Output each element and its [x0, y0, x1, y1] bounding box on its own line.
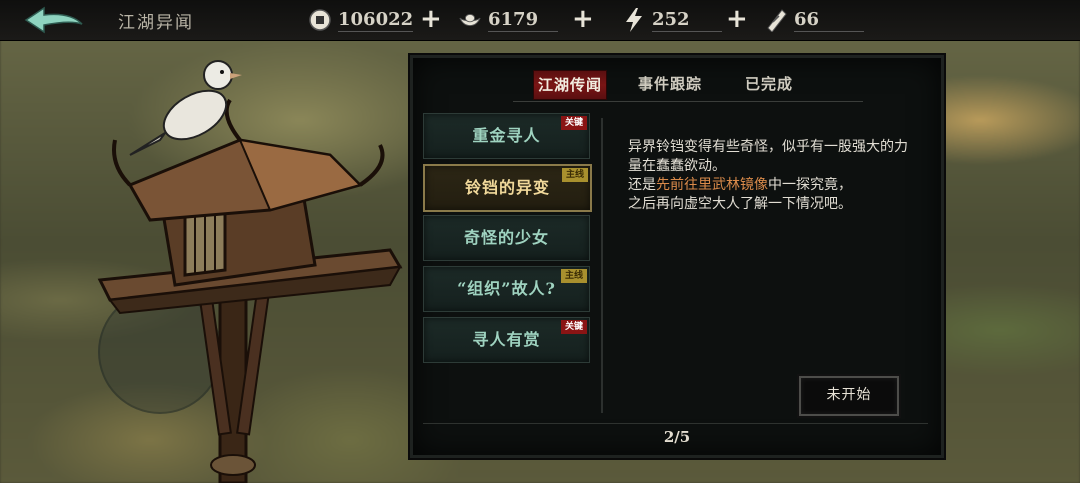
quest-tag-key: 关键 [561, 116, 587, 130]
ticket-value: 66 [794, 9, 864, 32]
quest-item[interactable]: 奇怪的少女 [423, 215, 590, 261]
add-coin-button[interactable]: + [420, 6, 442, 32]
bottom-divider [423, 423, 928, 424]
tab-jianghu-rumors[interactable]: 江湖传闻 [533, 70, 607, 100]
tab-bar: 江湖传闻 事件跟踪 已完成 [533, 70, 813, 100]
description-line: 还是先前往里武林镜像中一探究竟， [628, 176, 918, 195]
top-bar: 江湖异闻 106022 + 6179 + 252 + 66 [0, 0, 1080, 41]
quest-item[interactable]: 重金寻人 关键 [423, 113, 590, 159]
back-arrow-icon[interactable] [22, 6, 86, 34]
tab-completed[interactable]: 已完成 [737, 70, 801, 98]
add-energy-button[interactable]: + [726, 6, 748, 32]
not-started-button[interactable]: 未开始 [799, 376, 899, 416]
ticket-resource: 66 [764, 5, 864, 35]
location-highlight: 先前往里武林镜像 [656, 177, 768, 193]
coin-icon [308, 8, 332, 32]
quest-panel: 江湖传闻 事件跟踪 已完成 重金寻人 关键 铃铛的异变 主线 奇怪的少女 “组织… [410, 55, 944, 458]
list-divider [601, 118, 603, 413]
quest-item-selected[interactable]: 铃铛的异变 主线 [423, 164, 592, 212]
tab-divider [513, 101, 863, 102]
quest-tag-key: 关键 [561, 320, 587, 334]
page-indicator: 2/5 [663, 428, 691, 446]
silver-ingot-icon [458, 8, 482, 32]
quest-tag-main: 主线 [561, 269, 587, 283]
coin-resource: 106022 [308, 5, 414, 35]
coin-value: 106022 [338, 8, 414, 32]
add-silver-button[interactable]: + [572, 6, 594, 32]
lightning-icon [622, 8, 646, 32]
description-text: 中一探究竟， [768, 177, 852, 193]
ticket-icon [764, 8, 788, 32]
page-title: 江湖异闻 [118, 13, 194, 33]
energy-resource: 252 [622, 5, 722, 35]
description-line: 异界铃铛变得有些奇怪，似乎有一股强大的力量在蠢蠢欲动。 [628, 139, 908, 174]
description-line: 之后再向虚空大人了解一下情况吧。 [628, 196, 852, 212]
quest-description: 异界铃铛变得有些奇怪，似乎有一股强大的力量在蠢蠢欲动。 还是先前往里武林镜像中一… [628, 138, 918, 214]
energy-value: 252 [652, 9, 722, 32]
tab-event-tracking[interactable]: 事件跟踪 [631, 70, 709, 98]
quest-label: 奇怪的少女 [463, 228, 549, 247]
description-text: 还是 [628, 177, 656, 193]
quest-item[interactable]: “组织”故人? 主线 [423, 266, 590, 312]
silver-resource: 6179 [458, 5, 558, 35]
quest-item[interactable]: 寻人有赏 关键 [423, 317, 590, 363]
silver-value: 6179 [488, 9, 558, 32]
quest-tag-main: 主线 [562, 168, 588, 182]
pigeon-house-illustration [97, 60, 403, 483]
